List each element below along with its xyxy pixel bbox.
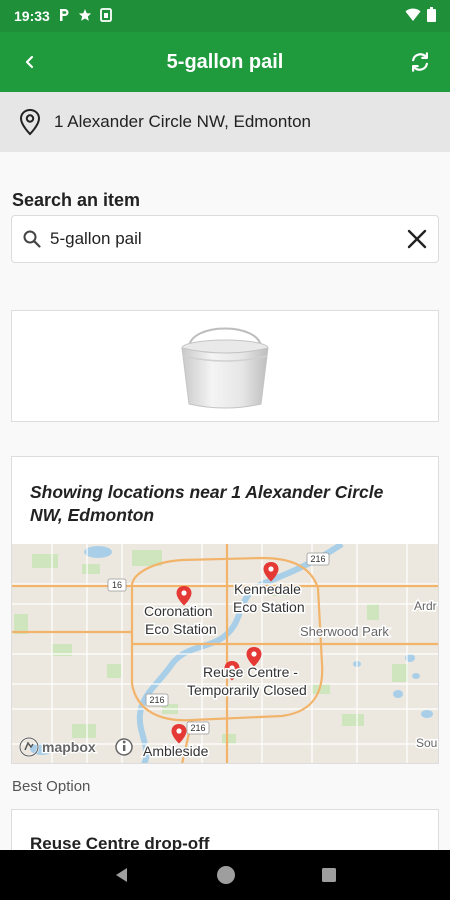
parking-icon: [58, 8, 70, 25]
home-circle-icon[interactable]: [215, 864, 237, 886]
map-label-reuse: Reuse Centre -: [203, 664, 298, 680]
road-shield-216-top: 216: [310, 554, 325, 564]
star-icon: [78, 8, 92, 25]
map-label-coronation-2: Eco Station: [145, 621, 217, 637]
search-box[interactable]: 5-gallon pail: [11, 215, 439, 263]
map-label-kennedale-2: Eco Station: [233, 599, 305, 615]
locations-map[interactable]: 16 216 216 216 Sherwood Park Ardr Sou Co…: [12, 541, 438, 763]
pail-image: [181, 327, 269, 409]
item-image-card: [11, 310, 439, 422]
map-label-kennedale: Kennedale: [234, 581, 301, 597]
svg-text:mapbox: mapbox: [42, 739, 96, 755]
battery-icon: [427, 7, 436, 25]
best-option-label: Best Option: [12, 778, 91, 795]
road-shield-16: 16: [112, 580, 122, 590]
page-title: 5-gallon pail: [166, 50, 284, 73]
info-icon[interactable]: [115, 738, 133, 756]
road-shield-216-bottom: 216: [190, 723, 205, 733]
search-input[interactable]: 5-gallon pail: [50, 229, 406, 249]
status-bar: 19:33: [0, 0, 450, 32]
map-label-reuse-2: Temporarily Closed: [187, 682, 307, 698]
map-label-coronation: Coronation: [144, 603, 213, 619]
map-heading: Showing locations near 1 Alexander Circl…: [30, 482, 384, 525]
back-triangle-icon[interactable]: [112, 865, 132, 885]
system-nav-bar: [0, 850, 450, 900]
locations-map-card: Showing locations near 1 Alexander Circl…: [11, 456, 439, 764]
search-heading: Search an item: [12, 190, 141, 210]
map-area-label: Sherwood Park: [300, 624, 389, 639]
address-text: 1 Alexander Circle NW, Edmonton: [54, 112, 312, 131]
status-time: 19:33: [14, 8, 50, 24]
refresh-button[interactable]: [390, 32, 450, 92]
refresh-icon: [412, 52, 428, 72]
map-area-label: Ardr: [414, 599, 437, 613]
main-content: Search an item 5-gallon pail Showing loc…: [0, 152, 450, 869]
wifi-icon: [405, 8, 421, 25]
road-shield-216-left: 216: [149, 695, 164, 705]
search-icon: [23, 230, 41, 248]
recents-square-icon[interactable]: [320, 866, 338, 884]
app-bar: 5-gallon pail: [0, 32, 450, 92]
back-arrow-icon: [25, 55, 34, 69]
location-pin-icon: [19, 108, 41, 136]
sim-icon: [99, 7, 112, 25]
map-label-ambleside: Ambleside: [143, 743, 209, 759]
back-button[interactable]: [0, 32, 60, 92]
map-area-label: Sou: [416, 736, 437, 750]
close-icon[interactable]: [406, 228, 428, 250]
address-bar[interactable]: 1 Alexander Circle NW, Edmonton: [0, 92, 450, 152]
